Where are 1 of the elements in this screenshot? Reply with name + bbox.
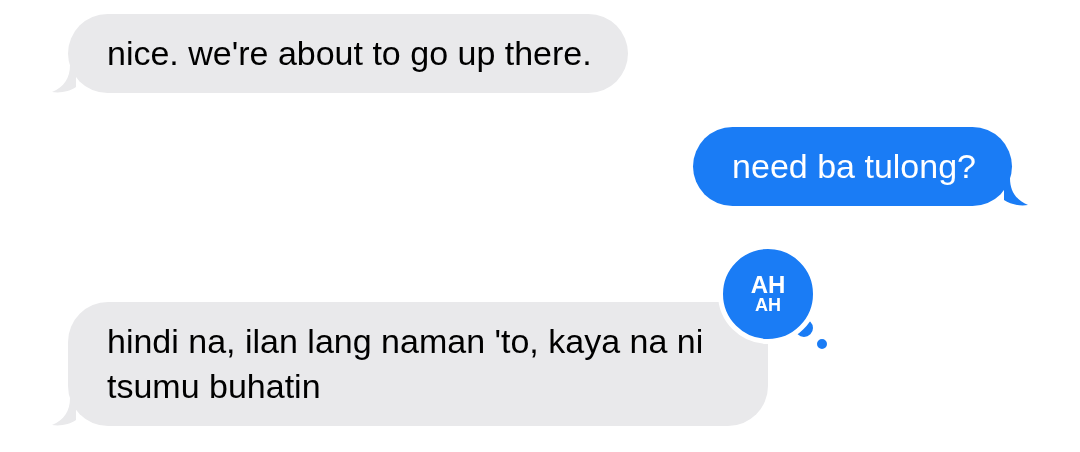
bubble-tail-icon [1004, 178, 1028, 206]
